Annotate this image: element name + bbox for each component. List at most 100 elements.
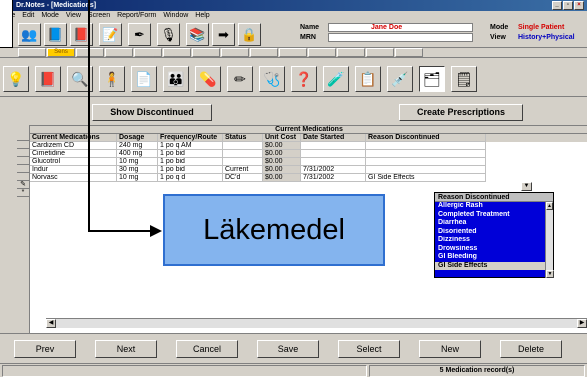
new-button[interactable]: New: [419, 340, 481, 358]
col-header[interactable]: Reason Discontinued: [366, 134, 486, 142]
save-button[interactable]: Save: [257, 340, 319, 358]
select-button[interactable]: Select: [338, 340, 400, 358]
menu-report-form[interactable]: Report/Form: [117, 11, 156, 21]
medication-bottle-icon[interactable]: 💊: [195, 66, 221, 92]
row-selector[interactable]: [17, 157, 29, 165]
list-item[interactable]: Allergic Rash: [435, 202, 553, 211]
frequency-route[interactable]: 1 po q AM: [158, 142, 223, 150]
pen-icon[interactable]: ✏: [227, 66, 253, 92]
medication-name[interactable]: Indur: [30, 166, 117, 174]
notepad-icon[interactable]: 🗒: [451, 66, 477, 92]
tab-blank-6[interactable]: [192, 48, 220, 57]
patients-icon[interactable]: 👥: [18, 23, 41, 46]
tab-blank-7[interactable]: [221, 48, 249, 57]
report-icon[interactable]: 📋: [355, 66, 381, 92]
stethoscope-icon[interactable]: 🩺: [259, 66, 285, 92]
pen-icon[interactable]: ✒: [128, 23, 151, 46]
col-header[interactable]: Dosage: [117, 134, 158, 142]
menu-view[interactable]: View: [66, 11, 81, 21]
lock-icon[interactable]: 🔒: [238, 23, 261, 46]
document-icon[interactable]: 📄: [131, 66, 157, 92]
list-item[interactable]: Dizziness: [435, 236, 553, 245]
chart-icon[interactable]: 📘: [44, 23, 67, 46]
col-header[interactable]: Current Medications: [30, 134, 117, 142]
tab-blank-12[interactable]: [366, 48, 394, 57]
maximize-button[interactable]: ▫: [563, 1, 573, 10]
tab-blank-8[interactable]: [250, 48, 278, 57]
status[interactable]: [223, 150, 263, 158]
table-row[interactable]: Cimetidine 400 mg 1 po bid $0.00: [30, 150, 587, 158]
dosage[interactable]: 240 mg: [117, 142, 158, 150]
tab-blank-9[interactable]: [279, 48, 307, 57]
menu-edit[interactable]: Edit: [22, 11, 34, 21]
scroll-right-icon[interactable]: ▶: [577, 319, 587, 328]
dictation-icon[interactable]: 🎙: [157, 23, 180, 46]
row-selector[interactable]: [17, 165, 29, 173]
syringe-icon[interactable]: 💉: [387, 66, 413, 92]
list-item[interactable]: Drowsiness: [435, 245, 553, 254]
list-item-selected[interactable]: GI Side Effects: [435, 261, 553, 270]
horizontal-scrollbar[interactable]: ◀ ▶: [46, 318, 587, 328]
body-icon[interactable]: 🧍: [99, 66, 125, 92]
tab-blank-3[interactable]: [105, 48, 133, 57]
lightbulb-icon[interactable]: 💡: [3, 66, 29, 92]
medication-name[interactable]: Cimetidine: [30, 150, 117, 158]
medication-name[interactable]: Cardizem CD: [30, 142, 117, 150]
scroll-up-icon[interactable]: ▲: [546, 202, 553, 210]
reason-discontinued[interactable]: [366, 150, 486, 158]
reason-discontinued[interactable]: [366, 166, 486, 174]
tab-active[interactable]: Sens: [47, 48, 75, 57]
tab-blank-10[interactable]: [308, 48, 336, 57]
tab-blank-4[interactable]: [134, 48, 162, 57]
next-button[interactable]: Next: [95, 340, 157, 358]
tab-blank-5[interactable]: [163, 48, 191, 57]
notes-icon[interactable]: 📝: [99, 23, 122, 46]
row-selector[interactable]: [17, 173, 29, 181]
tab-blank-13[interactable]: [395, 48, 423, 57]
list-item[interactable]: Completed Treatment: [435, 211, 553, 220]
question-icon[interactable]: ❓: [291, 66, 317, 92]
dosage[interactable]: 10 mg: [117, 174, 158, 182]
table-row[interactable]: Norvasc 10 mg 1 po q d DC'd $0.00 7/31/2…: [30, 174, 587, 182]
medications-icon[interactable]: 🗂: [419, 66, 445, 92]
family-icon[interactable]: 👪: [163, 66, 189, 92]
frequency-route[interactable]: 1 po q d: [158, 174, 223, 182]
col-header[interactable]: Date Started: [301, 134, 366, 142]
table-row[interactable]: Cardizem CD 240 mg 1 po q AM $0.00: [30, 142, 587, 150]
medication-name[interactable]: Norvasc: [30, 174, 117, 182]
reason-discontinued[interactable]: [366, 142, 486, 150]
minimize-button[interactable]: _: [552, 1, 562, 10]
row-selector[interactable]: [17, 149, 29, 157]
prev-button[interactable]: Prev: [14, 340, 76, 358]
col-header[interactable]: Status: [223, 134, 263, 142]
frequency-route[interactable]: 1 po bid: [158, 150, 223, 158]
menu-screen[interactable]: Screen: [88, 11, 110, 21]
frequency-route[interactable]: 1 po bid: [158, 158, 223, 166]
date-started[interactable]: [301, 150, 366, 158]
lab-icon[interactable]: 🧪: [323, 66, 349, 92]
medication-name[interactable]: Glucotrol: [30, 158, 117, 166]
list-item[interactable]: GI Bleeding: [435, 253, 553, 262]
records-icon[interactable]: 📚: [186, 23, 209, 46]
row-selector[interactable]: [17, 141, 29, 149]
dropdown-arrow-icon[interactable]: ▼: [521, 182, 532, 191]
reason-discontinued[interactable]: [366, 158, 486, 166]
tab-blank-11[interactable]: [337, 48, 365, 57]
new-row-marker[interactable]: *: [17, 189, 29, 197]
frequency-route[interactable]: 1 po bid: [158, 166, 223, 174]
dosage[interactable]: 400 mg: [117, 150, 158, 158]
status[interactable]: [223, 142, 263, 150]
date-started[interactable]: [301, 142, 366, 150]
show-discontinued-button[interactable]: Show Discontinued: [92, 104, 212, 121]
date-started[interactable]: [301, 158, 366, 166]
cancel-button[interactable]: Cancel: [176, 340, 238, 358]
transfer-icon[interactable]: ➡: [212, 23, 235, 46]
list-item[interactable]: Diarrhea: [435, 219, 553, 228]
reason-discontinued[interactable]: GI Side Effects: [366, 174, 486, 182]
row-selector[interactable]: [17, 133, 29, 141]
status[interactable]: [223, 158, 263, 166]
close-button[interactable]: ×: [574, 1, 584, 10]
scroll-down-icon[interactable]: ▼: [546, 270, 554, 278]
date-started[interactable]: 7/31/2002: [301, 166, 366, 174]
create-prescriptions-button[interactable]: Create Prescriptions: [399, 104, 523, 121]
